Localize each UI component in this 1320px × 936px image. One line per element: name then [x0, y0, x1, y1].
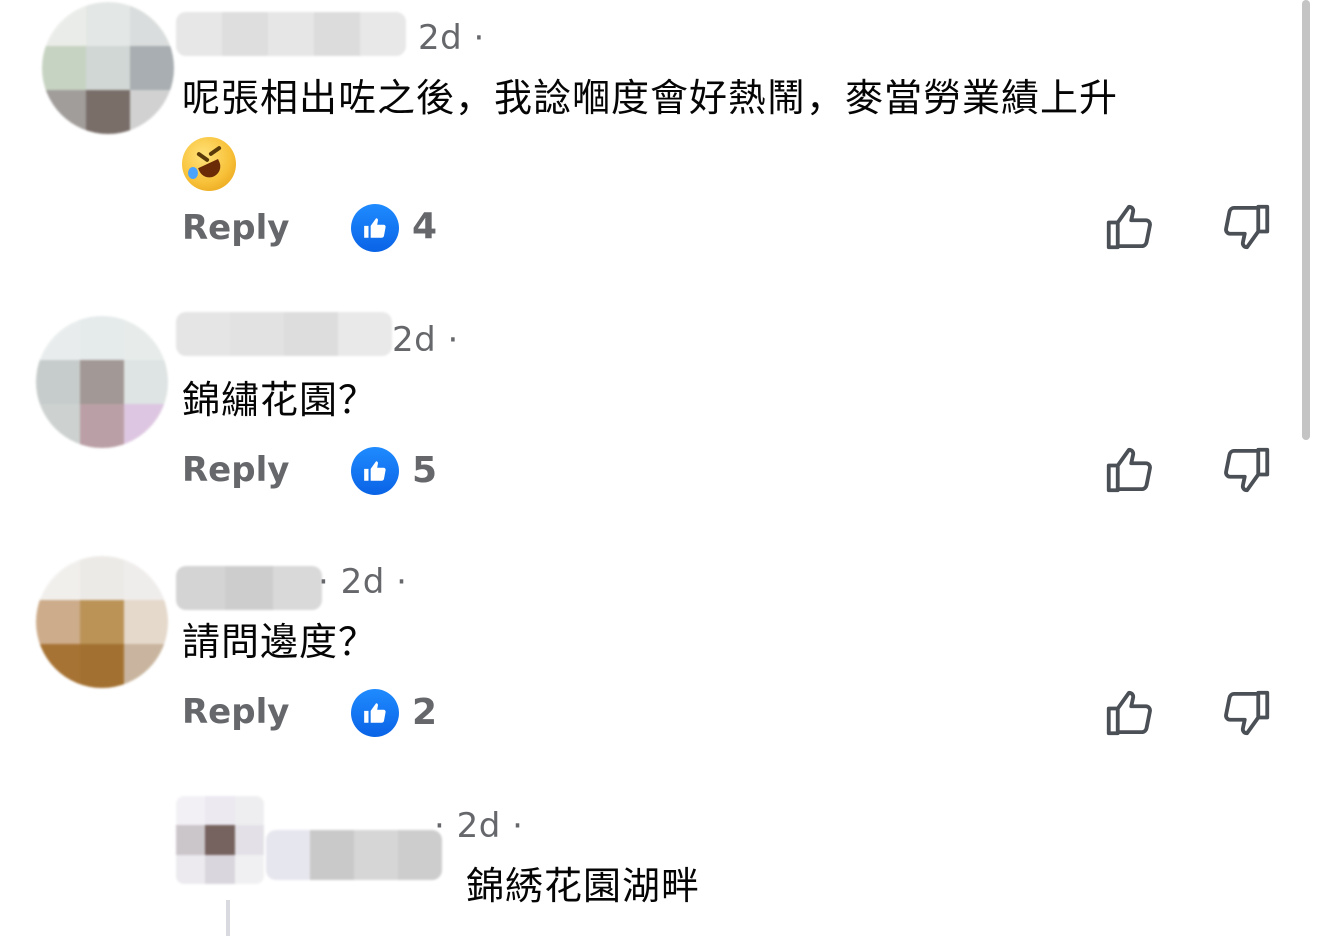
comment-text: 錦繡花園？ [182, 378, 378, 422]
thumbs-up-outline-icon[interactable] [1102, 686, 1156, 740]
like-count[interactable]: 5 [412, 450, 437, 491]
author-name[interactable] [176, 566, 322, 610]
reply-button[interactable]: Reply [182, 692, 289, 732]
comment-timestamp[interactable]: 2d · [418, 18, 485, 58]
thumbs-down-outline-icon[interactable] [1220, 686, 1274, 740]
avatar[interactable] [36, 316, 168, 448]
thumbs-down-outline-icon[interactable] [1220, 200, 1274, 254]
thumbs-up-badge-icon[interactable] [351, 204, 399, 252]
thumbs-up-badge-icon[interactable] [351, 689, 399, 737]
comment-timestamp[interactable]: · 2d · [318, 562, 407, 602]
thumbs-up-outline-icon[interactable] [1102, 200, 1156, 254]
author-name[interactable] [176, 12, 406, 56]
avatar[interactable] [176, 796, 264, 884]
comment-text-content: 呢張相出咗之後，我諗嗰度會好熱鬧，麥當勞業績上升 [182, 76, 1119, 120]
reply-button[interactable]: Reply [182, 450, 289, 490]
avatar[interactable] [42, 2, 174, 134]
thumbs-down-outline-icon[interactable] [1220, 443, 1274, 497]
author-name[interactable] [266, 830, 442, 880]
comment-text: 錦綉花園湖畔 [466, 864, 701, 908]
like-count[interactable]: 2 [412, 692, 437, 733]
comment-timestamp[interactable]: 2d · [392, 320, 459, 360]
author-name[interactable] [176, 312, 392, 356]
thumbs-up-badge-icon[interactable] [351, 447, 399, 495]
comment-text: 呢張相出咗之後，我諗嗰度會好熱鬧，麥當勞業績上升 [182, 68, 1272, 191]
comment-text: 請問邊度？ [182, 620, 378, 664]
comment-timestamp[interactable]: · 2d · [434, 806, 523, 846]
scrollbar[interactable] [1302, 0, 1310, 440]
rolling-on-floor-laughing-icon [182, 136, 236, 191]
thumbs-up-outline-icon[interactable] [1102, 443, 1156, 497]
like-count[interactable]: 4 [412, 206, 437, 247]
avatar[interactable] [36, 556, 168, 688]
reply-button[interactable]: Reply [182, 208, 289, 248]
thread-connector-line [226, 900, 230, 936]
